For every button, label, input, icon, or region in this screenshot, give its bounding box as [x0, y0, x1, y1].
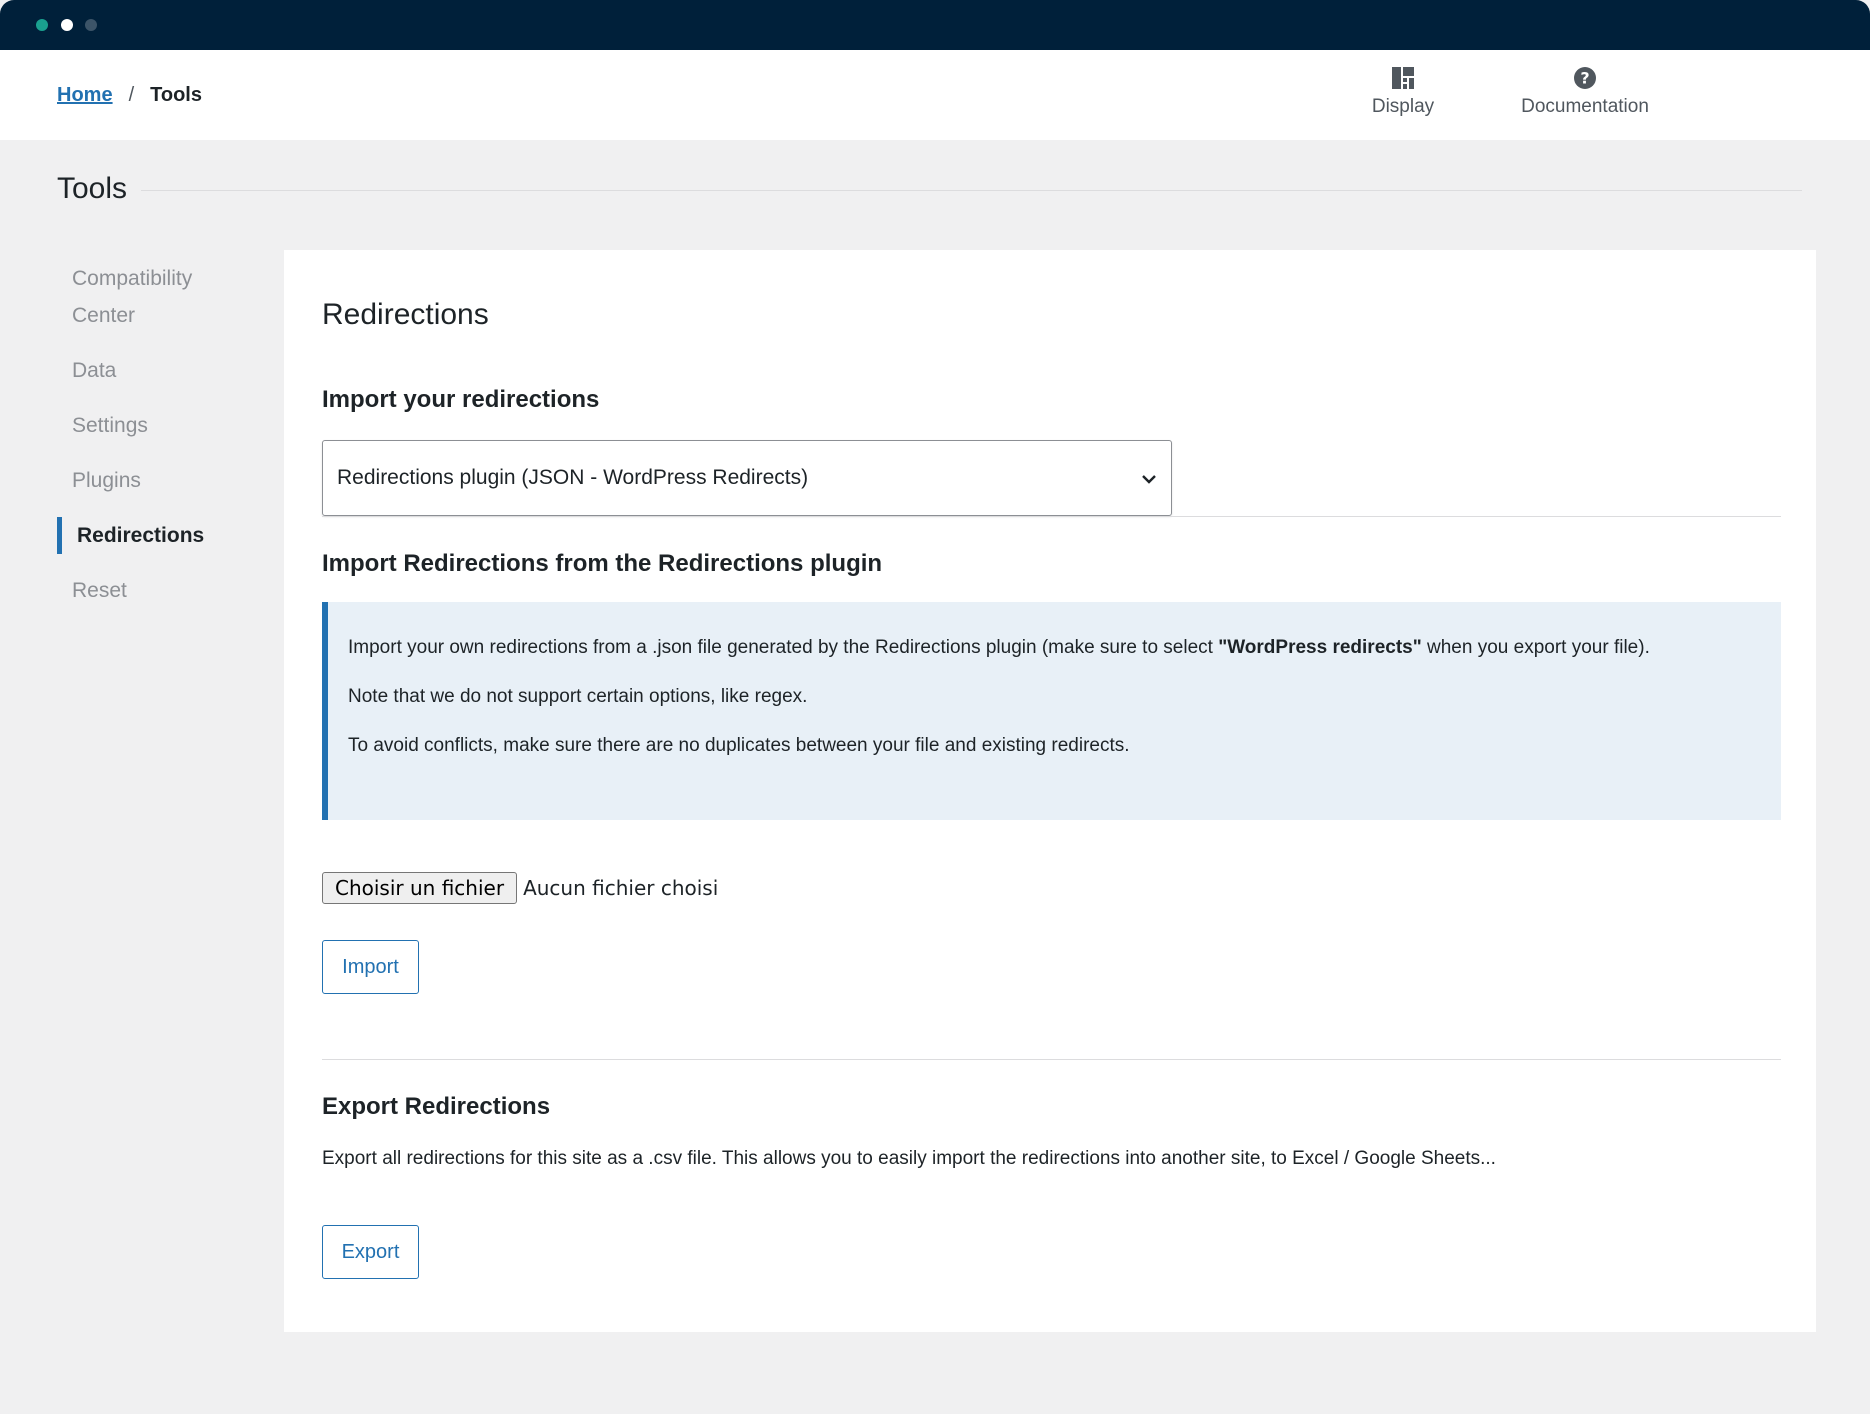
sidebar-item-plugins[interactable]: Plugins — [57, 462, 257, 499]
display-icon — [1392, 67, 1414, 89]
breadcrumb-separator: / — [128, 84, 135, 106]
import-heading: Import your redirections — [322, 386, 600, 413]
window-dot-grey[interactable] — [85, 19, 97, 31]
breadcrumb-current: Tools — [150, 84, 202, 106]
breadcrumb: Home / Tools — [57, 84, 202, 107]
display-button[interactable]: Display — [1368, 66, 1438, 118]
redirections-card: Redirections Import your redirections Re… — [284, 250, 1816, 1332]
import-section-heading: Import Redirections from the Redirection… — [322, 550, 883, 577]
documentation-label: Documentation — [1521, 96, 1649, 117]
notice-bold-text: "WordPress redirects" — [1218, 637, 1422, 658]
tools-sidebar: Compatibility Center Data Settings Plugi… — [57, 260, 257, 627]
notice-paragraph-3: To avoid conflicts, make sure there are … — [348, 735, 1130, 756]
file-status-text: Aucun fichier choisi — [523, 876, 719, 900]
import-source-value: Redirections plugin (JSON - WordPress Re… — [337, 466, 809, 489]
import-source-select[interactable]: Redirections plugin (JSON - WordPress Re… — [322, 440, 1172, 516]
sidebar-item-label: Center — [72, 304, 136, 327]
page-title: Tools — [57, 172, 128, 205]
title-divider — [141, 190, 1802, 191]
info-notice: Import your own redirections from a .jso… — [322, 602, 1781, 820]
choose-file-button[interactable]: Choisir un fichier — [322, 872, 518, 904]
sidebar-item-settings[interactable]: Settings — [57, 407, 257, 444]
chevron-down-icon — [1142, 475, 1156, 484]
sidebar-item-data[interactable]: Data — [57, 352, 257, 389]
breadcrumb-home-link[interactable]: Home — [57, 84, 113, 107]
window-chrome — [0, 0, 1870, 50]
documentation-button[interactable]: ? Documentation — [1510, 66, 1660, 118]
help-icon: ? — [1574, 67, 1596, 89]
svg-text:?: ? — [1580, 69, 1589, 88]
sidebar-item-reset[interactable]: Reset — [57, 572, 257, 609]
export-button[interactable]: Export — [322, 1225, 419, 1279]
window-dot-white[interactable] — [61, 19, 73, 31]
notice-paragraph-1: Import your own redirections from a .jso… — [348, 637, 1650, 658]
window-dot-green[interactable] — [36, 19, 48, 31]
sidebar-item-compatibility-center[interactable]: Compatibility Center — [57, 260, 257, 334]
section-divider — [322, 516, 1781, 517]
sidebar-item-redirections[interactable]: Redirections — [57, 517, 257, 554]
file-input: Choisir un fichier Aucun fichier choisi — [322, 872, 718, 904]
import-button[interactable]: Import — [322, 940, 419, 994]
section-divider — [322, 1059, 1781, 1060]
sidebar-item-label: Compatibility — [72, 267, 193, 290]
top-header: Home / Tools Display ? Documentation — [0, 50, 1870, 140]
notice-paragraph-2: Note that we do not support certain opti… — [348, 686, 808, 707]
display-label: Display — [1371, 96, 1435, 117]
card-title: Redirections — [322, 298, 489, 331]
export-heading: Export Redirections — [322, 1093, 551, 1120]
export-description: Export all redirections for this site as… — [322, 1148, 1496, 1169]
